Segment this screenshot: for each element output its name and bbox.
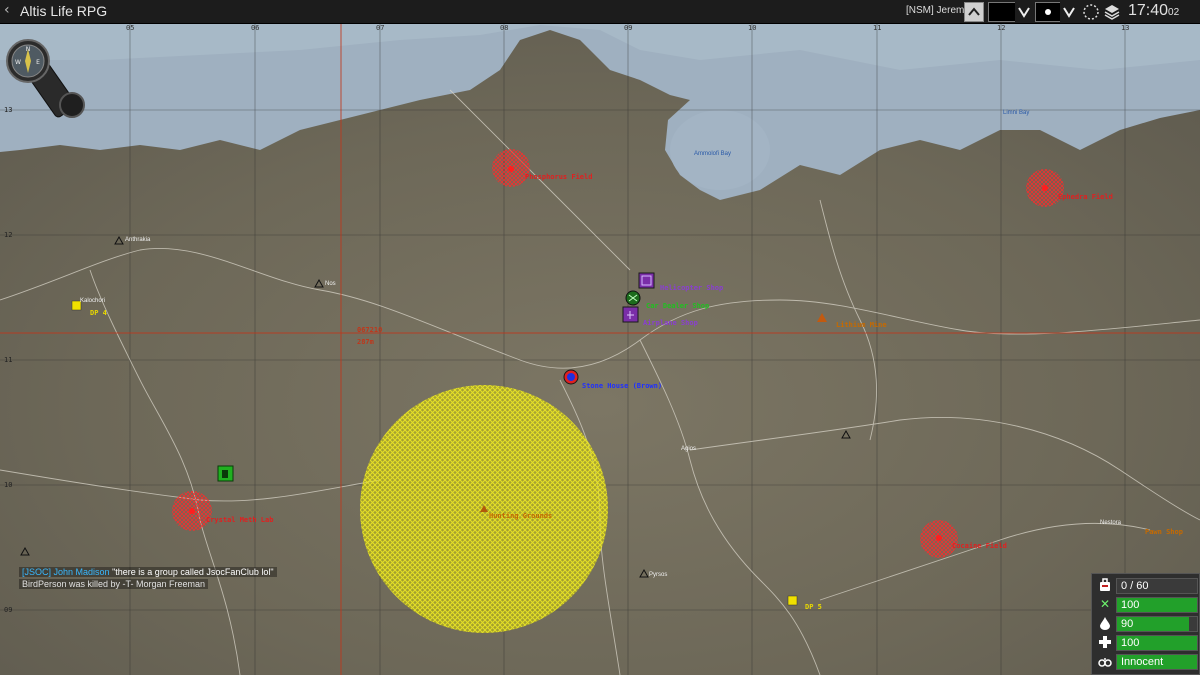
town-nestora: Nestora — [1100, 520, 1122, 526]
chat-prefix: [JSOC] — [22, 567, 52, 577]
lithium-mine-label[interactable]: Lithium Mine — [836, 321, 887, 329]
grid-top-label: 06 — [251, 24, 260, 32]
chat-message: "there is a group called JsocFanClub lol… — [112, 567, 274, 577]
svg-text:W: W — [15, 59, 21, 66]
window-title: Altis Life RPG — [20, 3, 108, 19]
gps-icon[interactable] — [1082, 3, 1100, 25]
health-value: 100 — [1121, 637, 1140, 649]
town-pyrsos: Pyrsos — [649, 572, 668, 578]
grid-top-label: 07 — [376, 24, 385, 32]
airplane-shop-label[interactable]: Airplane Shop — [643, 319, 698, 327]
car-shop-label[interactable]: Car Dealer Shop — [646, 302, 709, 310]
chat-line-2: BirdPerson was killed by -T- Morgan Free… — [19, 579, 209, 589]
town-kalochori: Kalochori — [80, 298, 106, 304]
chevron-down-button[interactable] — [1015, 2, 1033, 22]
helicopter-shop-label[interactable]: Helicopter Shop — [660, 284, 723, 292]
clock: 17:4002 — [1128, 2, 1179, 20]
stone-house-label[interactable]: Stone House (Brown) — [582, 382, 662, 390]
hud-water: 90 — [1092, 615, 1199, 632]
status-hud: 0 / 60 ✕ 100 90 100 Innocent — [1091, 573, 1200, 675]
clock-seconds: 02 — [1168, 7, 1180, 18]
cocaine-field-label[interactable]: Cocaine Field — [952, 542, 1007, 550]
health-cross-icon — [1097, 635, 1113, 650]
chevron-down-button-2[interactable] — [1060, 2, 1078, 22]
water-value: 90 — [1121, 618, 1134, 630]
food-cross-icon: ✕ — [1099, 597, 1111, 611]
status-bar: Innocent — [1116, 654, 1198, 670]
health-bar: 100 — [1116, 635, 1198, 651]
grid-top-label: 09 — [624, 24, 633, 32]
inventory-bar: 0 / 60 — [1116, 578, 1198, 594]
grid-top-label: 10 — [748, 24, 757, 32]
inventory-value: 0 / 60 — [1121, 580, 1149, 592]
svg-text:N: N — [26, 46, 31, 53]
compass-icon: N W E — [6, 39, 85, 118]
town-agios: Agios — [681, 446, 697, 452]
grid-top-label: 11 — [873, 24, 882, 32]
dp5-marker — [787, 595, 798, 606]
title-bar: ‹ Altis Life RPG [NSM] Jeremy 17:4002 — [0, 0, 1200, 24]
hud-status: Innocent — [1092, 653, 1199, 670]
food-value: 100 — [1121, 599, 1140, 611]
grid-top-label: 13 — [1121, 24, 1130, 32]
town-anthrakia: Anthrakia — [125, 237, 151, 243]
chevron-up-icon — [968, 7, 980, 16]
clock-hm: 17:40 — [1128, 2, 1169, 19]
crystal-meth-lab-label[interactable]: Crystal Meth Lab — [206, 516, 273, 524]
backpack-icon — [1097, 578, 1113, 593]
handcuff-icon — [1097, 654, 1113, 669]
water-bar: 90 — [1116, 616, 1198, 632]
bay-limni: Limni Bay — [1003, 110, 1030, 116]
grid-left-label: 10 — [4, 481, 13, 489]
dot-icon — [1045, 9, 1051, 15]
food-bar: 100 — [1116, 597, 1198, 613]
hunting-grounds-label[interactable]: Hunting Grounds — [489, 512, 552, 520]
svg-text:E: E — [36, 59, 40, 66]
town-nos: Nos — [325, 281, 336, 287]
status-value: Innocent — [1121, 656, 1164, 668]
helicopter-shop-marker — [638, 272, 655, 289]
chat-kill-message: BirdPerson was killed by -T- Morgan Free… — [22, 579, 206, 589]
grid-left-label: 13 — [4, 106, 13, 114]
hud-inventory: 0 / 60 — [1092, 577, 1199, 594]
chevron-down-icon — [1063, 7, 1075, 18]
water-drop-icon — [1097, 616, 1113, 631]
grid-top-label: 05 — [126, 24, 135, 32]
hud-food: ✕ 100 — [1092, 596, 1199, 613]
chat-sender: John Madison — [53, 567, 110, 577]
bay-ammolofi: Ammolofi Bay — [694, 151, 732, 157]
chevron-down-icon — [1018, 7, 1030, 18]
hud-health: 100 — [1092, 634, 1199, 651]
player-name: [NSM] Jeremy — [906, 5, 970, 16]
ephedra-field-label[interactable]: Ephedra Field — [1058, 193, 1113, 201]
crosshair-coords: 067210 — [357, 326, 383, 334]
crosshair-elevation: 287m — [357, 338, 374, 346]
chevron-up-button[interactable] — [964, 2, 984, 22]
color-swatch-button[interactable] — [988, 2, 1016, 22]
chat-line-1: [JSOC] John Madison "there is a group ca… — [19, 567, 277, 577]
layers-icon[interactable] — [1103, 3, 1121, 25]
grid-top-label: 12 — [997, 24, 1006, 32]
east-shop-label[interactable]: Pawn Shop — [1145, 528, 1183, 536]
dp4-label[interactable]: DP 4 — [90, 309, 107, 317]
dp5-label[interactable]: DP 5 — [805, 603, 822, 611]
grid-left-label: 12 — [4, 231, 13, 239]
marker-select-button[interactable] — [1035, 2, 1061, 22]
grid-left-label: 09 — [4, 606, 13, 614]
grid-top-label: 08 — [500, 24, 509, 32]
phosphorus-field-label[interactable]: Phosphorus Field — [525, 173, 592, 181]
grid-left-label: 11 — [4, 356, 13, 364]
back-icon[interactable]: ‹ — [4, 2, 10, 18]
